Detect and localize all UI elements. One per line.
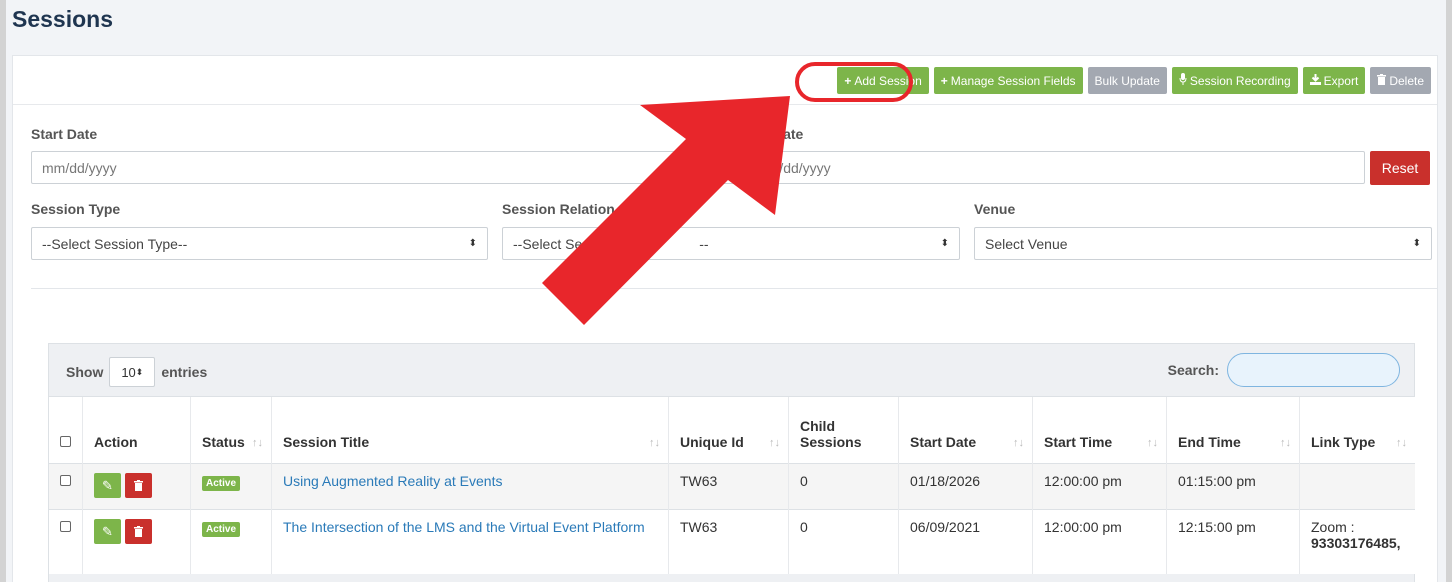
annotation-arrow-icon	[542, 96, 790, 325]
